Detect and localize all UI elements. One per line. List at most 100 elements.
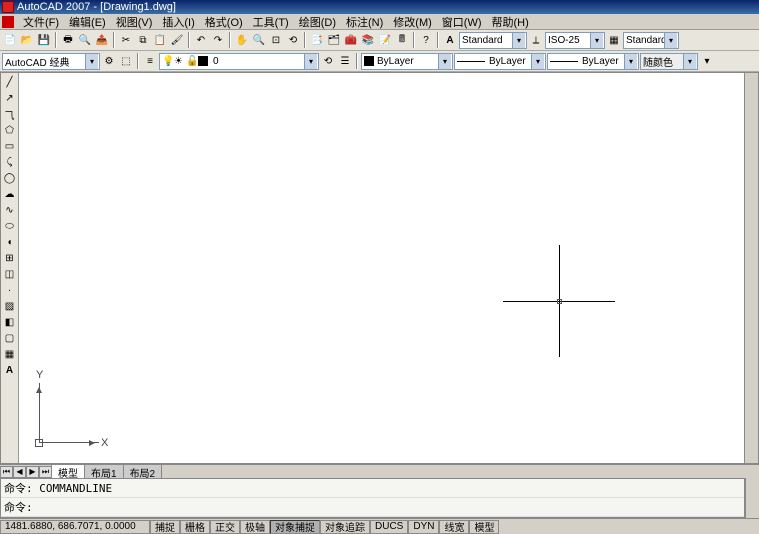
menu-file[interactable]: 文件(F) [18, 14, 64, 30]
textstyle-dropdown[interactable]: Standard [459, 32, 527, 49]
menu-draw[interactable]: 绘图(D) [294, 14, 341, 30]
preview-icon[interactable]: 🔍 [77, 32, 93, 48]
work-area: ╱ ↗ ⺄ ⬠ ▭ ⤹ ◯ ☁ ∿ ⬭ ◖ ⊞ ◫ ∙ ▨ ◧ ▢ ▦ A Y … [0, 72, 759, 464]
tp-icon[interactable]: 🧰 [343, 32, 359, 48]
tab-prev-icon[interactable]: ◀ [13, 466, 26, 478]
drawing-canvas[interactable]: Y X [19, 73, 744, 463]
zoomwin-icon[interactable]: ⊡ [268, 32, 284, 48]
textstyle-icon[interactable]: A [442, 32, 458, 48]
paste-icon[interactable]: 📋 [152, 32, 168, 48]
publish-icon[interactable]: 📤 [94, 32, 110, 48]
plotstyle-dropdown[interactable]: 随颜色 [640, 53, 698, 70]
layer-color-swatch [198, 56, 208, 66]
layer-manager-icon[interactable]: ≡ [142, 53, 158, 69]
new-icon[interactable]: 📄 [2, 32, 18, 48]
dimstyle-icon[interactable]: ⟂ [528, 32, 544, 48]
layer-dropdown[interactable]: 💡 ☀ 🔓 0 [159, 53, 319, 70]
dyn-toggle[interactable]: DYN [408, 520, 439, 534]
cmd-history: 命令: COMMANDLINE [1, 479, 744, 498]
standard-toolbar: 📄 📂 💾 🖶 🔍 📤 ✂ ⧉ 📋 🖌 ↶ ↷ ✋ 🔍 ⊡ ⟲ 📑 🗂 🧰 📚 … [0, 30, 759, 51]
tab-first-icon[interactable]: ⏮ [0, 466, 13, 478]
plotstyle-mgr-icon[interactable]: ▾ [699, 53, 715, 69]
doc-icon [2, 16, 14, 28]
cmd-scrollbar[interactable] [745, 478, 759, 518]
hatch-icon[interactable]: ▨ [2, 299, 17, 314]
osnap-toggle[interactable]: 对象捕捉 [270, 520, 320, 534]
gradient-icon[interactable]: ◧ [2, 315, 17, 330]
rect-icon[interactable]: ▭ [2, 139, 17, 154]
menu-help[interactable]: 帮助(H) [487, 14, 534, 30]
ellarc-icon[interactable]: ◖ [2, 235, 17, 250]
region-icon[interactable]: ▢ [2, 331, 17, 346]
spline-icon[interactable]: ∿ [2, 203, 17, 218]
layer-prev-icon[interactable]: ⟲ [320, 53, 336, 69]
lightbulb-icon: 💡 [162, 56, 172, 66]
lineweight-dropdown[interactable]: ByLayer [547, 53, 639, 70]
ws-save-icon[interactable]: ⬚ [118, 53, 134, 69]
tab-next-icon[interactable]: ▶ [26, 466, 39, 478]
snap-toggle[interactable]: 捕捉 [150, 520, 180, 534]
markup-icon[interactable]: 📝 [377, 32, 393, 48]
help-icon[interactable]: ? [418, 32, 434, 48]
sun-icon: ☀ [174, 56, 184, 66]
crosshair-pickbox [557, 299, 562, 304]
xline-icon[interactable]: ↗ [2, 91, 17, 106]
cut-icon[interactable]: ✂ [118, 32, 134, 48]
table-icon[interactable]: ▦ [2, 347, 17, 362]
ortho-toggle[interactable]: 正交 [210, 520, 240, 534]
menu-window[interactable]: 窗口(W) [437, 14, 487, 30]
menu-tools[interactable]: 工具(T) [248, 14, 294, 30]
point-icon[interactable]: ∙ [2, 283, 17, 298]
matchprop-icon[interactable]: 🖌 [169, 32, 185, 48]
undo-icon[interactable]: ↶ [193, 32, 209, 48]
grid-toggle[interactable]: 栅格 [180, 520, 210, 534]
menu-edit[interactable]: 编辑(E) [64, 14, 111, 30]
polar-toggle[interactable]: 极轴 [240, 520, 270, 534]
menu-bar: 文件(F) 编辑(E) 视图(V) 插入(I) 格式(O) 工具(T) 绘图(D… [0, 14, 759, 30]
tablestyle-icon[interactable]: ▦ [606, 32, 622, 48]
pline-icon[interactable]: ⺄ [2, 107, 17, 122]
tablestyle-dropdown[interactable]: Standard [623, 32, 679, 49]
menu-insert[interactable]: 插入(I) [157, 14, 199, 30]
cmd-input[interactable]: 命令: [1, 498, 744, 517]
window-title: AutoCAD 2007 - [Drawing1.dwg] [17, 1, 176, 13]
vertical-scrollbar[interactable] [744, 73, 758, 463]
line-icon[interactable]: ╱ [2, 75, 17, 90]
ducs-toggle[interactable]: DUCS [370, 520, 408, 534]
ssm-icon[interactable]: 📚 [360, 32, 376, 48]
open-icon[interactable]: 📂 [19, 32, 35, 48]
print-icon[interactable]: 🖶 [60, 32, 76, 48]
insert-icon[interactable]: ⊞ [2, 251, 17, 266]
circle-icon[interactable]: ◯ [2, 171, 17, 186]
block-icon[interactable]: ◫ [2, 267, 17, 282]
otrack-toggle[interactable]: 对象追踪 [320, 520, 370, 534]
copy-icon[interactable]: ⧉ [135, 32, 151, 48]
lwt-toggle[interactable]: 线宽 [439, 520, 469, 534]
save-icon[interactable]: 💾 [36, 32, 52, 48]
polygon-icon[interactable]: ⬠ [2, 123, 17, 138]
arc-icon[interactable]: ⤹ [2, 155, 17, 170]
ellipse-icon[interactable]: ⬭ [2, 219, 17, 234]
calc-icon[interactable]: 🖩 [394, 32, 410, 48]
ws-settings-icon[interactable]: ⚙ [101, 53, 117, 69]
dimstyle-dropdown[interactable]: ISO-25 [545, 32, 605, 49]
menu-modify[interactable]: 修改(M) [388, 14, 437, 30]
dc-icon[interactable]: 🗂 [326, 32, 342, 48]
app-icon [2, 1, 14, 13]
props-icon[interactable]: 📑 [309, 32, 325, 48]
menu-view[interactable]: 视图(V) [111, 14, 158, 30]
workspace-dropdown[interactable]: AutoCAD 经典 [2, 53, 100, 70]
revcloud-icon[interactable]: ☁ [2, 187, 17, 202]
color-dropdown[interactable]: ByLayer [361, 53, 453, 70]
coords-display[interactable]: 1481.6880, 686.7071, 0.0000 [0, 520, 150, 534]
linetype-dropdown[interactable]: ByLayer [454, 53, 546, 70]
zoomprev-icon[interactable]: ⟲ [285, 32, 301, 48]
zoomrt-icon[interactable]: 🔍 [251, 32, 267, 48]
model-toggle[interactable]: 模型 [469, 520, 499, 534]
menu-format[interactable]: 格式(O) [200, 14, 248, 30]
layer-state-icon[interactable]: ☰ [337, 53, 353, 69]
pan-icon[interactable]: ✋ [234, 32, 250, 48]
redo-icon[interactable]: ↷ [210, 32, 226, 48]
menu-dimension[interactable]: 标注(N) [341, 14, 388, 30]
mtext-icon[interactable]: A [2, 363, 17, 378]
